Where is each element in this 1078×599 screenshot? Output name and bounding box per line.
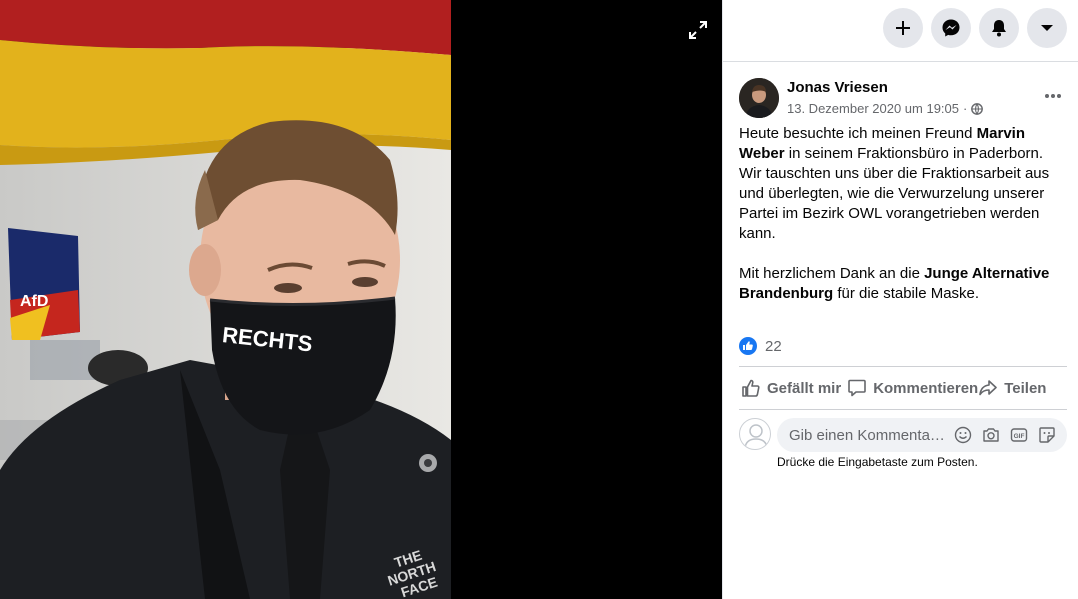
more-options-button[interactable] [1039, 86, 1067, 106]
text-segment: Mit herzlichem Dank an die [739, 265, 925, 282]
account-menu-button[interactable] [1027, 8, 1067, 48]
like-label: Gefällt mir [767, 379, 842, 397]
author-avatar[interactable] [739, 78, 779, 118]
text-segment: Heute besuchte ich meinen Freund [739, 125, 977, 142]
post-paragraph-1: Heute besuchte ich meinen Freund Marvin … [739, 124, 1063, 244]
like-count[interactable]: 22 [765, 338, 782, 355]
text-segment: für die stabile Maske. [833, 285, 980, 302]
like-reaction-icon [739, 337, 757, 355]
svg-text:AfD: AfD [20, 293, 48, 310]
post-paragraph-2: Mit herzlichem Dank an die Junge Alterna… [739, 264, 1063, 304]
post-photo[interactable]: AfD THE NORTH FACE RECHTS [0, 0, 451, 599]
photo-viewer: AfD THE NORTH FACE RECHTS [0, 0, 722, 599]
globe-icon [971, 102, 984, 115]
comment-input-wrapper: GIF [777, 418, 1067, 452]
emoji-button[interactable] [953, 425, 973, 445]
photo-button[interactable] [981, 425, 1001, 445]
share-label: Teilen [1004, 379, 1047, 397]
action-bar: Gefällt mir Kommentieren Teilen [739, 366, 1067, 410]
thumbs-up-icon [742, 379, 760, 397]
share-button[interactable]: Teilen [978, 378, 1046, 398]
top-bar [723, 0, 1078, 62]
photo-illustration: AfD THE NORTH FACE RECHTS [0, 0, 451, 599]
post-meta: 13. Dezember 2020 um 19:05 · [787, 101, 984, 116]
default-avatar-icon [744, 424, 768, 449]
like-button[interactable]: Gefällt mir [741, 378, 841, 398]
gif-button[interactable]: GIF [1009, 425, 1029, 445]
current-user-avatar[interactable] [739, 418, 771, 450]
expand-icon [689, 21, 707, 39]
comment-icon [848, 379, 866, 397]
share-icon [979, 380, 998, 396]
reactions-summary[interactable]: 22 [739, 336, 782, 356]
comment-button[interactable]: Kommentieren [847, 378, 978, 398]
author-name[interactable]: Jonas Vriesen [787, 79, 888, 96]
emoji-icon [954, 426, 972, 444]
bell-icon [992, 20, 1006, 37]
avatar-image [739, 78, 779, 118]
more-icon [1045, 94, 1061, 98]
post-date[interactable]: 13. Dezember 2020 um 19:05 [787, 101, 959, 116]
svg-text:GIF: GIF [1014, 433, 1025, 440]
plus-icon [896, 21, 910, 35]
gif-icon: GIF [1010, 428, 1028, 442]
messenger-button[interactable] [931, 8, 971, 48]
post-panel: Jonas Vriesen 13. Dezember 2020 um 19:05… [722, 0, 1078, 599]
comment-hint: Drücke die Eingabetaste zum Posten. [777, 455, 978, 469]
comment-composer: GIF [739, 418, 1067, 454]
expand-button[interactable] [684, 16, 712, 44]
comment-input[interactable] [789, 418, 949, 452]
comment-label: Kommentieren [873, 379, 979, 397]
post-text: Heute besuchte ich meinen Freund Marvin … [739, 124, 1063, 324]
create-button[interactable] [883, 8, 923, 48]
camera-icon [983, 428, 999, 442]
meta-separator: · [963, 101, 968, 116]
sticker-button[interactable] [1037, 425, 1057, 445]
text-segment: in seinem Fraktionsbüro in Paderborn. Wi… [739, 145, 1050, 242]
messenger-icon [942, 19, 960, 37]
caret-down-icon [1041, 25, 1053, 31]
notifications-button[interactable] [979, 8, 1019, 48]
post-header: Jonas Vriesen 13. Dezember 2020 um 19:05… [739, 78, 1067, 120]
sticker-icon [1039, 427, 1055, 443]
